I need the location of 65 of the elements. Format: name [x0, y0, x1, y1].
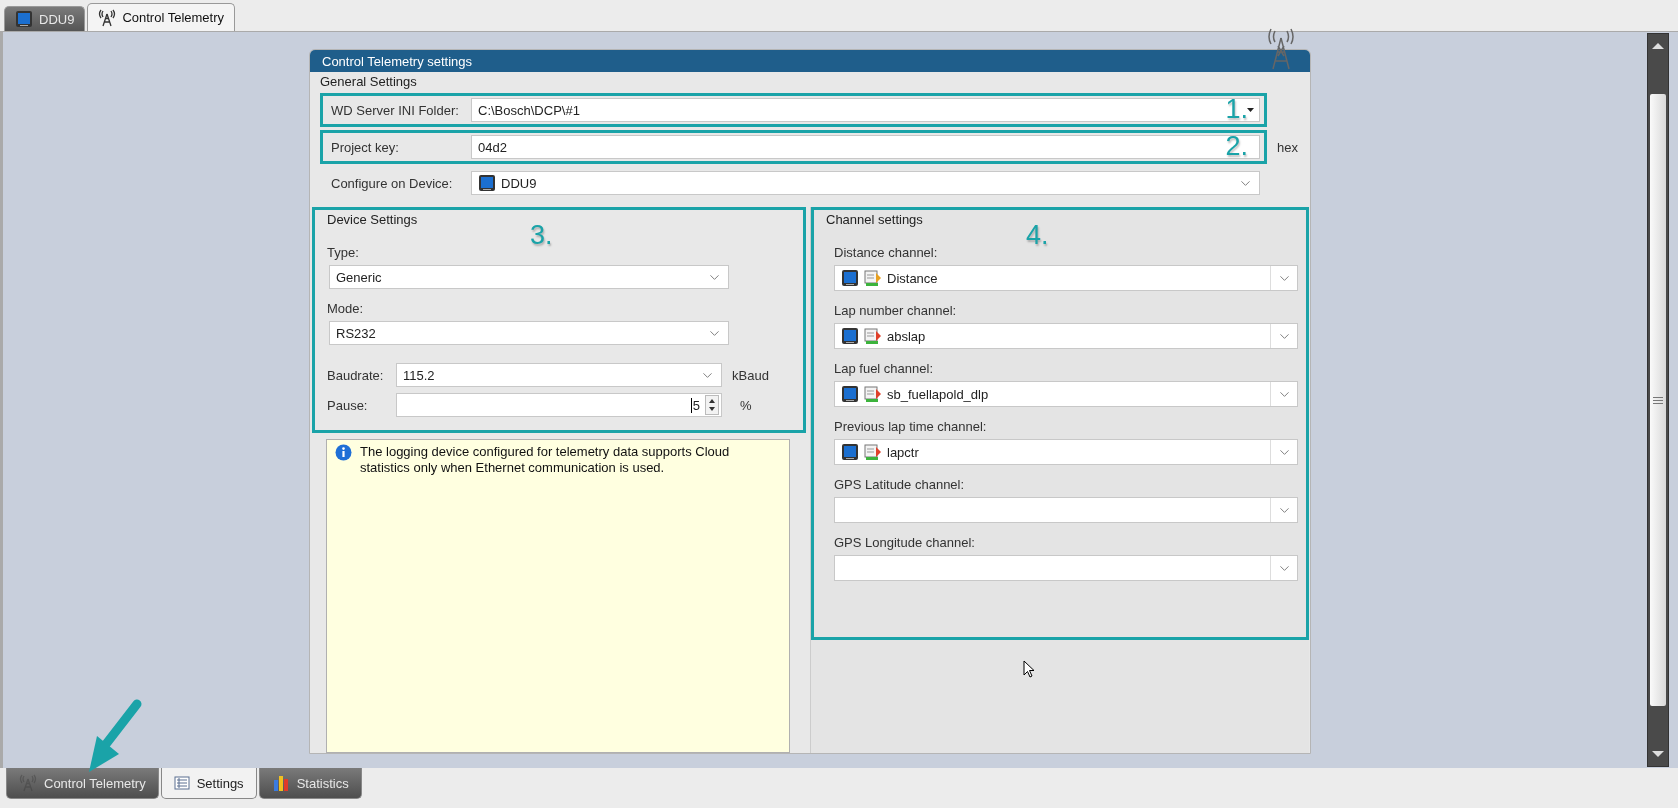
field-label: Configure on Device: — [331, 175, 454, 191]
field-label: GPS Latitude channel: — [834, 477, 965, 492]
device-icon — [15, 10, 33, 28]
scroll-thumb[interactable] — [1650, 94, 1666, 706]
antenna-icon — [19, 774, 37, 792]
field-label: Mode: — [327, 301, 364, 316]
field-label: Baudrate: — [327, 367, 385, 383]
view-tab[interactable]: Settings — [160, 768, 257, 799]
device-icon — [841, 327, 859, 345]
scroll-down-icon — [1652, 750, 1664, 758]
scrollbar[interactable] — [1647, 33, 1669, 767]
step-number: 4. — [1026, 222, 1049, 249]
baudrate-combo[interactable]: 115.2 — [396, 363, 722, 387]
type-combo[interactable]: Generic — [329, 265, 729, 289]
device-icon — [478, 174, 496, 192]
channel-combo[interactable]: Distance — [834, 265, 1298, 291]
group-heading: Channel settings — [826, 212, 923, 227]
device-icon — [841, 385, 859, 403]
document-tab[interactable]: DDU9 — [4, 6, 86, 31]
channel-combo[interactable] — [834, 555, 1298, 581]
pause-spin-field[interactable]: 5 — [396, 393, 722, 417]
list-icon — [173, 775, 190, 791]
channel-type-icon — [864, 327, 882, 345]
field-label: Distance channel: — [834, 245, 938, 260]
channel-type-icon — [864, 443, 882, 461]
spinner-arrows-icon — [705, 395, 719, 415]
device-icon — [841, 443, 859, 461]
channel-combo[interactable]: lapctr — [834, 439, 1298, 465]
field-label: GPS Longitude channel: — [834, 535, 975, 550]
step-number: 1. — [1225, 96, 1248, 123]
field-label: Type: — [327, 245, 359, 260]
field-label: Pause: — [327, 397, 369, 413]
bar-chart-icon — [271, 774, 290, 792]
field-label: Lap number channel: — [834, 303, 957, 318]
section-heading: General Settings — [320, 73, 418, 89]
antenna-icon — [98, 8, 117, 27]
unit-label: kBaud — [732, 367, 769, 383]
group-heading: Device Settings — [327, 212, 418, 227]
view-tab[interactable]: Statistics — [258, 768, 362, 799]
channel-combo[interactable]: sb_fuellapold_dlp — [834, 381, 1298, 407]
info-text: The logging device configured for telemetry data supports Cloud statistics only when Ethernet communication is used. — [360, 444, 731, 476]
unit-label: hex — [1277, 139, 1298, 155]
device-combo[interactable]: DDU9 — [471, 171, 1260, 195]
grip-icon — [1653, 396, 1663, 404]
info-icon — [335, 444, 352, 461]
unit-label: % — [740, 397, 752, 413]
channel-combo[interactable] — [834, 497, 1298, 523]
antenna-icon — [1266, 28, 1296, 70]
channel-type-icon — [864, 385, 882, 403]
field-label: WD Server INI Folder: — [331, 102, 460, 118]
step-number: 3. — [530, 222, 553, 249]
field-label: Project key: — [331, 139, 400, 155]
scroll-up-icon — [1652, 42, 1664, 50]
mouse-cursor-icon — [1023, 660, 1035, 678]
dropdown-arrow-icon — [1247, 108, 1254, 112]
channel-type-icon — [864, 269, 882, 287]
mode-combo[interactable]: RS232 — [329, 321, 729, 345]
channel-combo[interactable]: abslap — [834, 323, 1298, 349]
document-tab[interactable]: Control Telemetry — [87, 3, 236, 31]
step-number: 2. — [1225, 133, 1248, 160]
panel-title: Control Telemetry settings — [310, 50, 1310, 72]
view-tab[interactable]: Control Telemetry — [6, 768, 159, 799]
device-icon — [841, 269, 859, 287]
field-label: Previous lap time channel: — [834, 419, 987, 434]
field-label: Lap fuel channel: — [834, 361, 934, 376]
